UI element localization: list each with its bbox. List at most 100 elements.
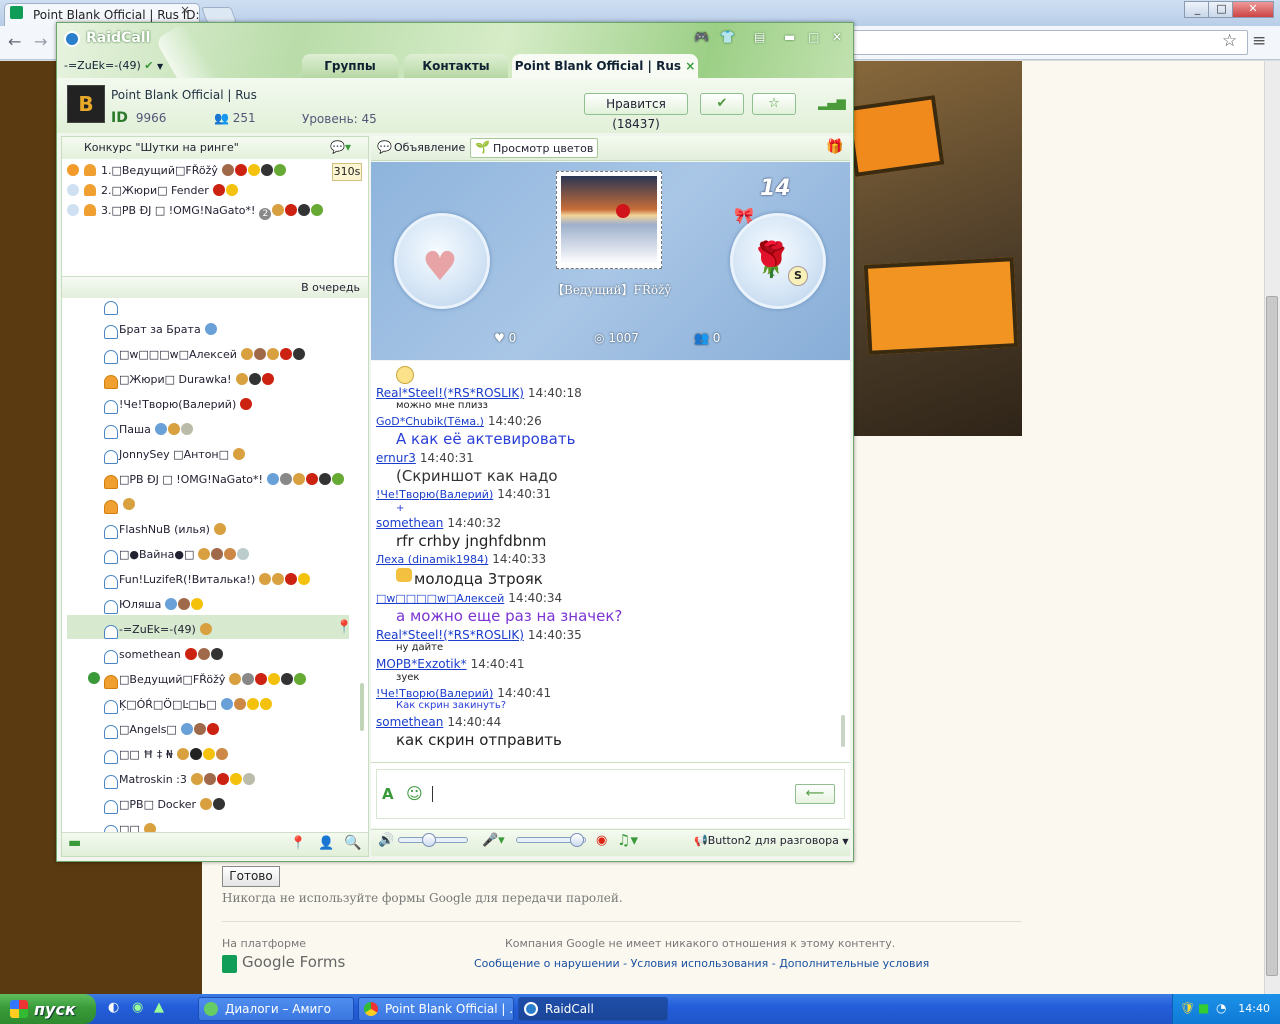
- sender-name: somethean: [376, 516, 444, 530]
- new-tab-button[interactable]: [201, 7, 237, 23]
- queue-item[interactable]: 1.□Ведущий□FŘöžŷ: [67, 164, 287, 184]
- back-arrow-icon[interactable]: ←: [8, 32, 21, 51]
- tray-green-icon[interactable]: ■: [1198, 1001, 1209, 1015]
- locate-icon[interactable]: 📍: [290, 836, 306, 851]
- notes-icon[interactable]: ▤: [754, 30, 765, 44]
- user-list-item[interactable]: Брат за Брата: [119, 323, 218, 345]
- talk-mode-button[interactable]: 📢Button2 для разговора ▼: [694, 834, 848, 847]
- window-close-button[interactable]: ✕: [1232, 1, 1274, 18]
- bookmark-star-icon[interactable]: ☆: [1222, 31, 1237, 51]
- user-list-item[interactable]: Ķ□ÓŔ□Ö□Ŀ□Ь□: [119, 698, 273, 720]
- search-icon[interactable]: 🔍: [344, 835, 361, 851]
- chat-sender[interactable]: !Че!Творю(Валерий) 14:40:31: [376, 487, 551, 501]
- gift-icon[interactable]: 🎁: [826, 139, 843, 155]
- chat-sender[interactable]: !Че!Творю(Валерий) 14:40:41: [376, 686, 551, 700]
- chat-sender[interactable]: □w□□□□w□Алексей 14:40:34: [376, 591, 562, 605]
- google-forms-logo-text[interactable]: Google Forms: [242, 953, 345, 971]
- chat-sender[interactable]: MOPB*Exzotik* 14:40:41: [376, 657, 525, 671]
- like-button[interactable]: Нравится (18437): [584, 93, 688, 131]
- mic-icon[interactable]: 🎤▾: [482, 833, 505, 848]
- tab-channel[interactable]: Point Blank Official | Rus ×: [512, 54, 698, 78]
- rose-badge: S: [788, 266, 808, 286]
- user-list-item[interactable]: !Че!Творю(Валерий): [119, 398, 253, 420]
- forward-arrow-icon[interactable]: →: [34, 32, 47, 51]
- font-icon[interactable]: A: [382, 785, 394, 803]
- rc-maximize-icon[interactable]: □: [808, 30, 819, 44]
- queue-item[interactable]: 3.□PB ĐJ □ !OMG!NaGato*! 2: [67, 204, 324, 224]
- badge-icon: [292, 348, 305, 360]
- user-list-item[interactable]: somethean: [119, 648, 224, 670]
- user-list-item[interactable]: Matroskin :3: [119, 773, 256, 795]
- user-list-item[interactable]: Fun!LuzifeR(!Виталька!): [119, 573, 311, 595]
- user-list-item[interactable]: □Жюри□ Durawka!: [119, 373, 275, 395]
- submit-button[interactable]: Готово: [222, 866, 280, 887]
- user-list-item[interactable]: JonnySey □Антон□: [119, 448, 246, 470]
- quicklaunch-app-icon[interactable]: ▲: [154, 1000, 164, 1015]
- page-scroll-thumb[interactable]: [1266, 296, 1278, 976]
- collapse-icon[interactable]: ▬: [68, 835, 81, 851]
- window-maximize-button[interactable]: □: [1208, 1, 1235, 18]
- join-button[interactable]: ✔: [700, 93, 744, 115]
- tab-close-icon[interactable]: ×: [685, 59, 695, 73]
- tab-close-icon[interactable]: ×: [180, 3, 190, 17]
- message-text: ну дайте: [396, 642, 444, 653]
- chat-sender[interactable]: Real*Steel!(*RS*ROSLIK) 14:40:18: [376, 386, 582, 400]
- quicklaunch-ie-icon[interactable]: ◐: [108, 1000, 119, 1015]
- chat-sender[interactable]: somethean 14:40:44: [376, 715, 501, 729]
- user-list-scrollbar[interactable]: [360, 683, 364, 731]
- record-icon[interactable]: ◉: [596, 833, 607, 848]
- chat-sender[interactable]: GoD*Chubik(Тёма.) 14:40:26: [376, 414, 542, 428]
- announce-button[interactable]: Объявление: [372, 138, 469, 158]
- user-list-item[interactable]: -=ZuEk=-(49): [119, 623, 213, 645]
- chat-bubble-icon[interactable]: 💬▾: [330, 140, 351, 154]
- speaker-icon[interactable]: 🔊: [378, 833, 394, 848]
- join-queue-button[interactable]: В очередь: [62, 276, 368, 298]
- chat-scrollbar[interactable]: [841, 715, 845, 747]
- chat-sender[interactable]: somethean 14:40:32: [376, 516, 501, 530]
- footer-links[interactable]: Сообщение о нарушении - Условия использо…: [474, 957, 929, 970]
- chevron-down-icon: ▼: [842, 837, 849, 846]
- tab-contacts[interactable]: Контакты: [404, 54, 508, 78]
- user-list-item[interactable]: □PB□ Docker: [119, 798, 226, 820]
- rc-close-icon[interactable]: ✕: [832, 30, 842, 44]
- user-icon: [104, 675, 118, 689]
- current-user[interactable]: -=ZuEk=-(49) ✔ ▼: [64, 59, 163, 72]
- tray-shield-icon[interactable]: 🛡: [1180, 1001, 1195, 1015]
- chat-sender[interactable]: ernur3 14:40:31: [376, 451, 474, 465]
- shirt-icon[interactable]: 👕: [720, 30, 735, 44]
- music-icon[interactable]: ♫▾: [617, 831, 638, 849]
- user-list-item[interactable]: □□ Ħ ‡ ₦: [119, 748, 229, 770]
- rc-minimize-icon[interactable]: ▬: [784, 30, 795, 44]
- send-button[interactable]: ⟵: [795, 784, 835, 804]
- browser-menu-icon[interactable]: ≡: [1252, 31, 1266, 51]
- task-dialogs[interactable]: Диалоги – Амиго: [198, 997, 354, 1021]
- message-input[interactable]: [376, 769, 845, 819]
- queue-item[interactable]: 2.□Жюри□ Fender: [67, 184, 239, 204]
- favorite-button[interactable]: ☆: [752, 93, 796, 115]
- contest-title[interactable]: Конкурс "Шутки на ринге": [62, 137, 368, 159]
- user-list-item[interactable]: Юляша: [119, 598, 204, 620]
- user-list-item[interactable]: [119, 498, 136, 520]
- user-list-item[interactable]: □Angels□: [119, 723, 220, 745]
- volume-knob[interactable]: [422, 833, 436, 847]
- user-filter-icon[interactable]: 👤: [318, 836, 334, 851]
- chat-sender[interactable]: Real*Steel!(*RS*ROSLIK) 14:40:35: [376, 628, 582, 642]
- tab-groups[interactable]: Группы: [302, 54, 398, 78]
- sender-name: !Че!Творю(Валерий): [376, 687, 494, 700]
- chat-sender[interactable]: Леха (dinamik1984) 14:40:33: [376, 552, 546, 566]
- emoji-icon[interactable]: ☺: [406, 784, 423, 803]
- user-list-item[interactable]: □●Вайна●□: [119, 548, 250, 570]
- user-list-item[interactable]: Паша: [119, 423, 194, 445]
- user-list-item[interactable]: □Ведущий□FŘöžŷ: [119, 673, 307, 695]
- tray-network-icon[interactable]: ◔: [1216, 1001, 1226, 1015]
- gamepad-icon[interactable]: 🎮: [694, 30, 709, 44]
- mic-knob[interactable]: [570, 833, 584, 847]
- window-minimize-button[interactable]: _: [1184, 1, 1211, 18]
- user-list-item[interactable]: FlashNuB (илья): [119, 523, 227, 545]
- user-list-item[interactable]: □w□□□w□Алексей: [119, 348, 306, 370]
- bow-icon: 🎀: [734, 206, 754, 225]
- task-raidcall[interactable]: RaidCall: [518, 997, 668, 1021]
- task-browser[interactable]: Point Blank Official | ...: [358, 997, 514, 1021]
- user-list-item[interactable]: □PB ĐJ □ !OMG!NaGato*!: [119, 473, 345, 495]
- quicklaunch-amigo-icon[interactable]: ◉: [132, 1000, 143, 1015]
